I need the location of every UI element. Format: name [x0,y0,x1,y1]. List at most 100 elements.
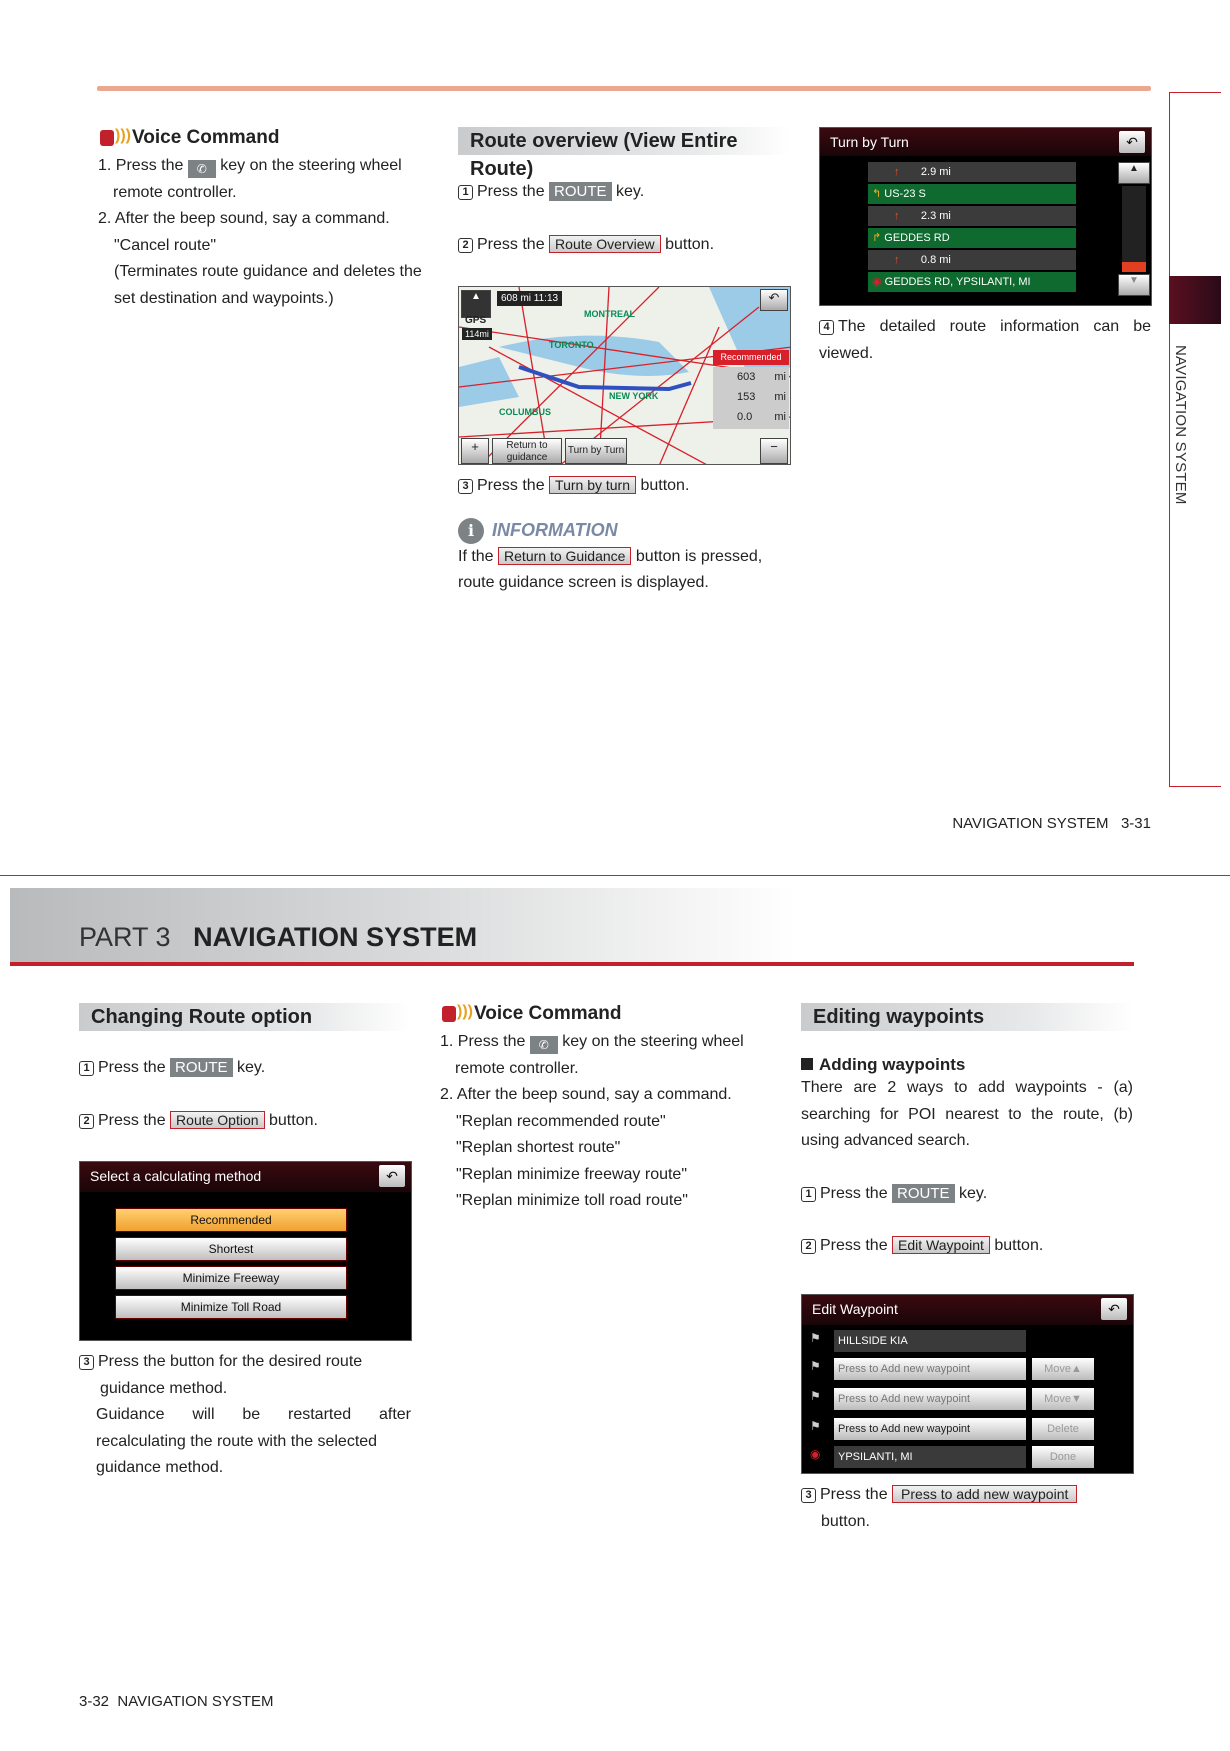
changing-route-title: Changing Route option [79,1003,411,1031]
page-divider [0,875,1230,876]
step-text: Press the [820,1237,888,1254]
waypoint-flag-icon: ⚑ [810,1359,821,1373]
scrollbar-thumb [1122,262,1146,272]
step-text: button. [821,1512,870,1530]
step-3-icon: 3 [79,1355,94,1370]
route-key: ROUTE [549,182,612,201]
city-label: TORONTO [549,340,594,350]
step-3-icon: 3 [801,1488,816,1503]
step-text: Press the [477,183,545,200]
step-1-icon: 1 [458,185,473,200]
route-overview-title: Route overview (View Entire Route) [458,127,790,180]
route-key: ROUTE [892,1183,955,1203]
page-footer-left: 3-32 NAVIGATION SYSTEM [79,1693,274,1710]
distance-time-readout: 608 mi 11:13 [497,291,563,306]
stat-unit: mi [774,371,786,383]
add-new-waypoint-label: Press to add new waypoint [892,1485,1078,1503]
page-number: 3-32 [79,1693,110,1710]
voice-command-section-2: ))) Voice Command 1. Press the ✆ key on t… [440,1003,772,1215]
step-3-icon: 3 [458,479,473,494]
option-recommended: Recommended [115,1208,347,1232]
stat-value: 0.0 [737,411,753,423]
step-text: remote controller. [113,183,237,201]
changing-route-section: Changing Route option 1 Press the ROUTE k… [79,1003,411,1134]
step-text: button. [640,477,690,494]
editing-step3: 3 Press the Press to add new waypoint but… [801,1482,1133,1535]
steering-wheel-voice-key-icon: ✆ [187,160,216,178]
tbt-step4: 4 The detailed route information can be v… [819,314,1151,367]
voice-command-icon: ))) [98,127,131,149]
tbt-text: GEDDES RD [884,232,950,244]
step-text: Press the [477,477,545,494]
stat-unit: mi [774,411,786,423]
editing-waypoints-section: Editing waypoints Adding waypoints There… [801,1003,1133,1260]
steering-wheel-voice-key-icon: ✆ [529,1036,558,1054]
desc-text: using advanced search. [801,1132,970,1149]
step-text: The detailed route information can be vi… [819,318,1151,362]
tbt-row: ↑ 2.9 mi [868,162,1076,182]
part-banner: PART 3 NAVIGATION SYSTEM [10,888,1134,966]
desc-text: There are 2 ways to add waypoints - (a) [801,1079,1133,1096]
top-rule [97,86,1151,91]
step-text: guidance method. [100,1379,228,1397]
step-text: key on the steering wheel [220,157,402,174]
stat-value: 603 [737,371,756,383]
done-button: Done [1032,1446,1094,1468]
step-text: 1. Press the [98,157,184,174]
part-label: PART 3 [79,922,171,952]
step-text: Press the [477,235,545,253]
scroll-up-button: ▲ [1118,162,1150,184]
voice-command-phrase: "Replan minimize freeway route" [456,1165,688,1183]
recommended-label: Recommended [713,350,789,365]
side-tab-marker [1169,276,1221,324]
note-text: guidance method. [96,1459,224,1476]
step-text: key. [616,183,645,200]
delete-button: Delete [1032,1418,1094,1440]
voice-command-title: Voice Command [132,127,280,148]
back-button: ↶ [379,1165,405,1187]
side-tab-label: NAVIGATION SYSTEM [1172,345,1189,505]
move-up-button: Move▲ [1032,1358,1094,1380]
tbt-row: ↑ 2.3 mi [868,206,1076,226]
turn-by-turn-screenshot: Turn by Turn ↶ ↑ 2.9 mi ↰ US-23 S ↑ 2.3 m… [819,127,1152,306]
step-4-icon: 4 [819,320,834,335]
option-minimize-toll-road: Minimize Toll Road [115,1295,347,1319]
scroll-down-button: ▼ [1118,274,1150,296]
tbt-row: ◉ GEDDES RD, YPSILANTI, MI [868,272,1076,292]
step-2-icon: 2 [79,1113,94,1129]
editing-waypoints-title: Editing waypoints [801,1003,1133,1031]
option-minimize-freeway: Minimize Freeway [115,1266,347,1290]
waypoint-flag-icon: ⚑ [810,1389,821,1403]
destination-icon: ◉ [810,1447,821,1461]
route-overview-section: Route overview (View Entire Route) 1 Pres… [458,127,790,258]
voice-command-phrase: "Replan recommended route" [456,1112,666,1130]
edit-waypoint-screenshot: Edit Waypoint ↶ ⚑ HILLSIDE KIA ⚑ Press to… [801,1294,1134,1474]
back-button: ↶ [1119,131,1145,153]
step-text: Press the [820,1486,888,1503]
page-number: 3-31 [1120,815,1151,832]
route-key: ROUTE [170,1058,233,1077]
step-text: remote controller. [455,1059,579,1077]
voice-command-phrase: "Replan minimize toll road route" [456,1192,688,1209]
information-icon: i [458,517,484,544]
move-down-button: Move▼ [1032,1388,1094,1410]
tbt-row: ↱ GEDDES RD [868,228,1076,248]
step-text: button. [994,1237,1044,1254]
waypoint-flag-icon: ⚑ [810,1419,821,1433]
option-shortest: Shortest [115,1237,347,1261]
city-label: COLUMBUS [499,407,551,417]
waypoint-row: Press to Add new waypoint [834,1358,1026,1380]
start-flag-icon: ⚑ [810,1331,821,1345]
return-to-guidance-button: Return to guidance [492,438,562,464]
step-1-icon: 1 [79,1061,94,1076]
step-text: Press the button for the desired route [98,1353,363,1370]
step-text: Press the [98,1059,166,1076]
city-label: NEW YORK [609,391,659,401]
footer-section: NAVIGATION SYSTEM [952,815,1109,832]
route-stats: 603 mi 153 mi 0.0 mi [713,367,789,429]
voice-command-phrase: "Replan shortest route" [456,1139,621,1156]
voice-command-title: Voice Command [474,1003,622,1024]
tbt-text: GEDDES RD, YPSILANTI, MI [884,276,1031,288]
step-1-icon: 1 [801,1186,816,1202]
return-to-guidance-label: Return to Guidance [498,546,632,565]
